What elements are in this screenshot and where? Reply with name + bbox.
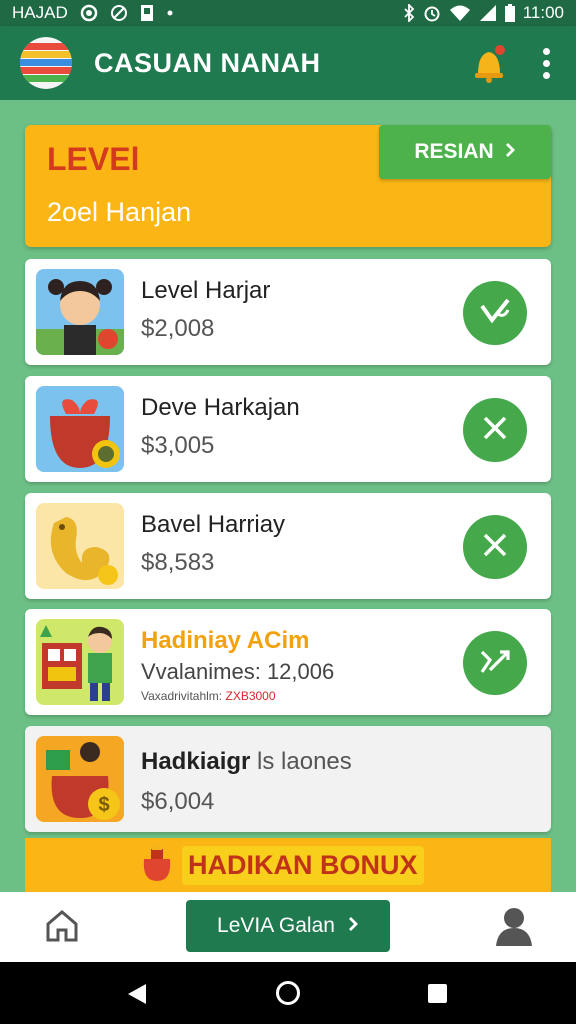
chevron-right-icon (347, 914, 359, 938)
level-subtitle: 2oel Hanjan (47, 197, 192, 227)
camera-icon (80, 4, 98, 22)
item-name: Hadiniay ACim (141, 627, 310, 654)
item-detail-value: ZXB3000 (225, 689, 276, 703)
close-icon (480, 413, 510, 448)
signal-icon (479, 4, 497, 22)
item-name-suffix: ls laones (257, 748, 352, 775)
item-name: Hadkiaigr ls laones (141, 748, 352, 776)
battery-icon (504, 4, 515, 22)
close-icon (480, 530, 510, 565)
item-name: Deve Harkajan (141, 394, 300, 421)
no-sound-icon (110, 4, 128, 22)
gift-bag-icon (36, 386, 124, 472)
wifi-icon (449, 4, 471, 22)
dot-icon (166, 9, 174, 17)
sim-icon (140, 4, 154, 22)
list-item[interactable]: Hadiniay ACim Vvalanimes: 12,006 Vaxadri… (25, 609, 551, 715)
list-item[interactable]: Deve Harkajan $3,005 (25, 376, 551, 482)
bag-icon (140, 843, 174, 888)
item-detail: Vaxadrivitahlm: ZXB3000 (141, 689, 276, 703)
check-button[interactable] (463, 281, 527, 345)
alarm-icon (423, 4, 441, 22)
back-icon[interactable] (126, 982, 148, 1011)
clock: 11:00 (522, 3, 564, 22)
boy-board-icon (36, 619, 124, 705)
money-bag-icon: $ (36, 736, 124, 822)
primary-action-button[interactable]: LeVIA Galan (186, 900, 390, 952)
close-button[interactable] (463, 515, 527, 579)
bell-icon[interactable] (469, 41, 509, 85)
item-name-main: Hadkiaigr (141, 748, 251, 775)
item-stat: Vvalanimes: 12,006 (141, 659, 335, 684)
item-name: Level Harjar (141, 277, 271, 304)
more-vert-icon[interactable] (537, 42, 556, 85)
app-title: CASUAN NANAH (94, 47, 321, 78)
home-icon[interactable] (42, 906, 82, 946)
chevron-right-icon (504, 140, 516, 164)
bottom-nav: LeVIA Galan (0, 892, 576, 962)
resian-button-label: RESIAN (414, 140, 494, 163)
status-bar: HAJAD 11:00 (0, 0, 576, 26)
person-icon[interactable] (494, 904, 534, 948)
bluetooth-icon (403, 4, 415, 22)
bonus-bar[interactable]: HADIKAN BONUX (25, 838, 551, 892)
shuffle-icon (478, 646, 512, 681)
bonus-label: HADIKAN BONUX (182, 845, 424, 885)
resian-button[interactable]: RESIAN (379, 125, 551, 179)
home-circle-icon[interactable] (276, 981, 300, 1005)
ball-logo-icon[interactable] (20, 37, 72, 89)
item-price: $3,005 (141, 432, 215, 459)
check-icon (478, 296, 512, 331)
close-button[interactable] (463, 398, 527, 462)
system-nav-bar (0, 962, 576, 1024)
item-detail-label: Vaxadrivitahlm: (141, 689, 223, 703)
primary-action-label: LeVIA Galan (217, 914, 335, 937)
shuffle-button[interactable] (463, 631, 527, 695)
level-card: LEVEl 2oel Hanjan RESIAN (25, 125, 551, 247)
list-item[interactable]: Bavel Harriay $8,583 (25, 493, 551, 599)
item-price: $6,004 (141, 788, 215, 815)
carrier-label: HAJAD (12, 3, 68, 22)
item-name: Bavel Harriay (141, 511, 286, 538)
boy-avatar-icon (36, 269, 124, 355)
item-price: $8,583 (141, 549, 215, 576)
recents-icon[interactable] (428, 984, 447, 1003)
svg-text:$: $ (98, 794, 109, 816)
app-bar: CASUAN NANAH (0, 26, 576, 100)
list-item[interactable]: $ Hadkiaigr ls laones $6,004 (25, 726, 551, 832)
list-item[interactable]: Level Harjar $2,008 (25, 259, 551, 365)
item-price: $2,008 (141, 315, 215, 342)
gold-coin-icon (36, 503, 124, 589)
level-title: LEVEl (47, 141, 140, 177)
